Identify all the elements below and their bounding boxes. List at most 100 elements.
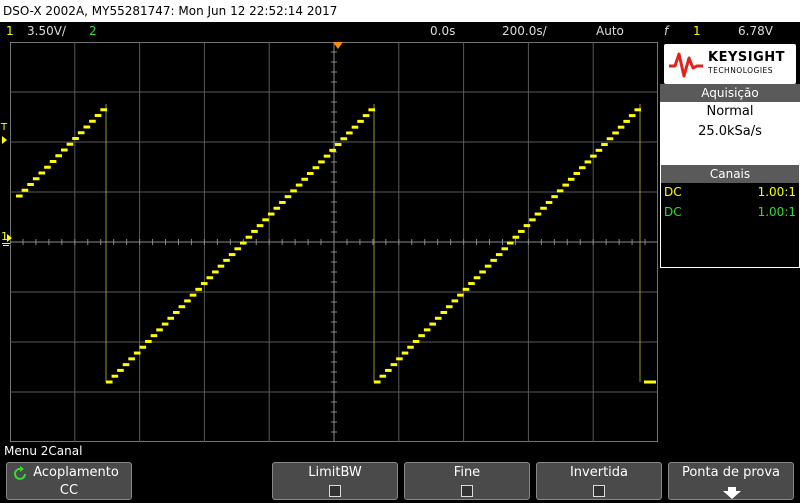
waveform-step [451, 299, 459, 303]
waveform-step [301, 177, 308, 181]
keysight-wave-icon [669, 52, 703, 78]
probe-label: Ponta de prova [681, 465, 781, 480]
waveform-step [590, 154, 597, 158]
waveform-step [340, 137, 348, 141]
waveform-step [512, 235, 520, 239]
coupling-softkey[interactable]: Acoplamento CC [6, 462, 132, 500]
brand-sub: TECHNOLOGIES [708, 66, 774, 75]
waveform-step [256, 224, 264, 228]
menu-title: Menu 2Canal [4, 444, 83, 458]
waveform-step [206, 276, 214, 280]
waveform-step [150, 334, 158, 338]
waveform-step [479, 270, 486, 274]
waveform-step [507, 241, 514, 245]
waveform-step [38, 171, 46, 175]
ch2-number[interactable]: 2 [89, 22, 97, 41]
waveform-step [540, 206, 547, 210]
waveform-step [83, 125, 91, 129]
fine-softkey[interactable]: Fine [404, 462, 530, 500]
waveform-step [128, 357, 135, 361]
trigger-level-marker[interactable]: T [0, 122, 10, 152]
waveform-step [284, 195, 292, 199]
waveform-step [228, 253, 236, 257]
waveform-step [27, 183, 34, 186]
waveform-step [139, 345, 147, 349]
trigger-source[interactable]: 1 [693, 22, 701, 41]
waveform-step [462, 287, 470, 291]
timebase-scale[interactable]: 200.0s/ [502, 22, 547, 41]
bw-limit-softkey[interactable]: LimitBW [272, 462, 398, 500]
ch1-coupling: DC [664, 185, 682, 199]
trigger-mode[interactable]: Auto [596, 22, 624, 41]
waveform-step [55, 154, 62, 158]
waveform-step [156, 328, 163, 332]
waveform-step [612, 131, 619, 135]
waveform-step [418, 334, 425, 338]
waveform-step [518, 229, 525, 233]
sample-rate: 25.0kSa/s [698, 124, 762, 139]
waveform-step [429, 322, 436, 326]
status-bar: 1 3.50V/ 2 0.0s 200.0s/ Auto f 1 6.78V [0, 22, 800, 41]
fine-checkbox[interactable] [461, 485, 473, 497]
trigger-arrow-icon [2, 136, 7, 144]
waveform-step [44, 165, 51, 169]
waveform-step [484, 264, 492, 268]
invert-checkbox[interactable] [593, 485, 605, 497]
waveform-step [551, 195, 558, 199]
ch1-number[interactable]: 1 [6, 22, 14, 41]
waveform-step [412, 339, 420, 343]
waveform-step [628, 114, 636, 118]
waveform-step [295, 183, 303, 187]
waveform-step [468, 282, 475, 286]
waveform-step [623, 119, 630, 123]
waveform-step [167, 316, 174, 320]
waveform-step [374, 380, 381, 384]
fine-label: Fine [453, 465, 481, 480]
ch1-ground-marker[interactable]: 1 [0, 230, 14, 252]
waveform-display[interactable] [10, 42, 658, 442]
invert-softkey[interactable]: Invertida [536, 462, 662, 500]
waveform-step [368, 108, 375, 112]
coupling-value: CC [59, 483, 79, 498]
waveform-step [117, 368, 124, 372]
waveform-step [240, 241, 247, 245]
waveform-step [267, 212, 275, 216]
title-text: DSO-X 2002A, MY55281747: Mon Jun 12 22:5… [3, 4, 338, 18]
invert-label: Invertida [569, 465, 629, 480]
waveform-step [212, 270, 219, 274]
bw-limit-checkbox[interactable] [329, 485, 341, 497]
waveform-step [396, 357, 403, 361]
window-titlebar: DSO-X 2002A, MY55281747: Mon Jun 12 22:5… [0, 0, 800, 22]
time-delay[interactable]: 0.0s [430, 22, 455, 41]
acquisition-panel: Aquisição Normal 25.0kSa/s [660, 84, 800, 164]
waveform-step [49, 160, 57, 163]
waveform-step [457, 293, 464, 297]
ch1-scale[interactable]: 3.50V/ [27, 22, 66, 41]
waveform-step [251, 229, 258, 233]
waveform-step [234, 247, 241, 251]
channels-panel: Canais DC 1.00:1 DC 1.00:1 [660, 164, 800, 268]
waveform-step [523, 224, 531, 228]
waveform-step [200, 282, 208, 286]
waveform-step [556, 189, 564, 193]
waveform-step [362, 114, 370, 118]
waveform-step [634, 108, 641, 112]
trigger-level[interactable]: 6.78V [738, 22, 773, 41]
waveform-step [133, 351, 141, 355]
waveform-step [446, 305, 453, 309]
waveform-step [279, 200, 286, 204]
waveform-step [501, 247, 508, 251]
waveform-step [385, 368, 392, 372]
waveform-step [307, 172, 314, 175]
waveform-step [390, 363, 398, 367]
probe-softkey[interactable]: Ponta de prova [668, 462, 794, 500]
channels-header: Canais [661, 165, 799, 183]
waveform-step [245, 235, 253, 239]
waveform-step [290, 189, 297, 193]
waveform-step [195, 287, 202, 291]
waveform-step [178, 305, 186, 309]
waveform-step [111, 374, 119, 378]
waveform-step [100, 108, 107, 112]
waveform-step [490, 258, 497, 262]
waveform-step [579, 166, 586, 170]
